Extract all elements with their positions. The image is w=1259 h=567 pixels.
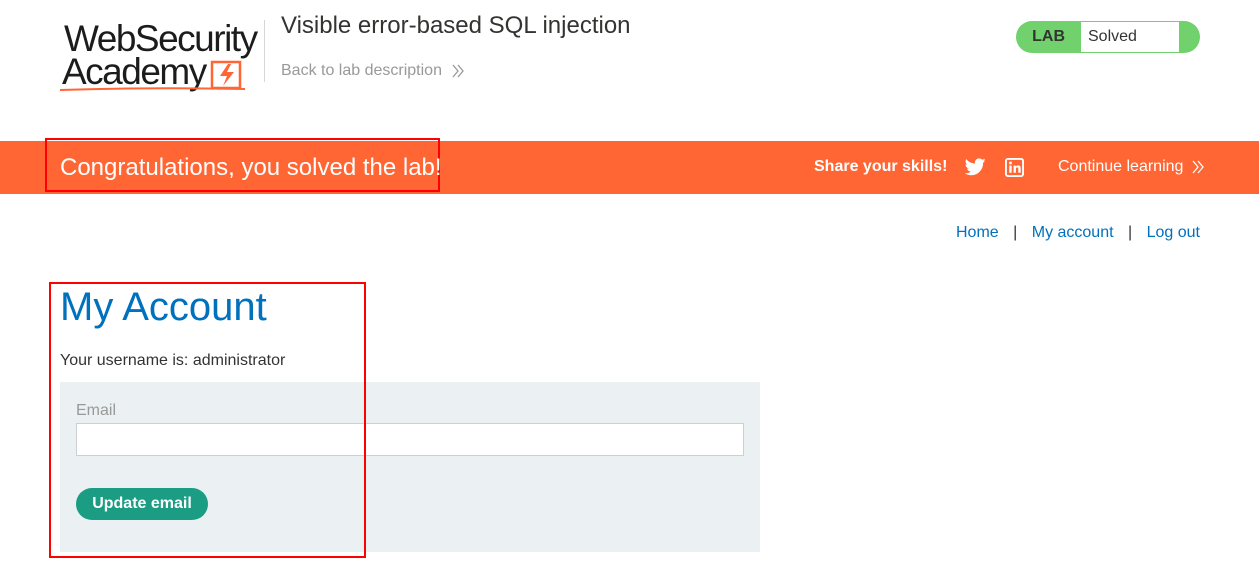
- lab-status-value: Solved: [1081, 22, 1179, 52]
- congratulations-message: Congratulations, you solved the lab!: [60, 154, 442, 181]
- twitter-icon[interactable]: [965, 157, 986, 177]
- chevron-double-right-icon: [1192, 160, 1204, 174]
- continue-learning-link[interactable]: Continue learning: [1058, 158, 1204, 176]
- username-text: Your username is: administrator: [60, 352, 286, 369]
- share-skills-label: Share your skills!: [814, 158, 948, 175]
- nav-my-account-link[interactable]: My account: [1032, 224, 1114, 241]
- nav-separator: |: [1128, 224, 1133, 241]
- nav-separator: |: [1013, 224, 1018, 241]
- email-label: Email: [76, 402, 117, 419]
- chevron-double-right-icon: [452, 64, 465, 78]
- continue-learning-label: Continue learning: [1058, 158, 1184, 175]
- lab-title: Visible error-based SQL injection: [281, 12, 631, 39]
- lab-status-widget: LAB Solved: [1016, 21, 1200, 53]
- page-title: My Account: [60, 285, 267, 329]
- lab-status-label: LAB: [1032, 28, 1065, 45]
- logo-underline: [60, 87, 245, 91]
- email-field[interactable]: [76, 423, 744, 456]
- nav-log-out-link[interactable]: Log out: [1147, 224, 1200, 241]
- back-to-lab-description-link[interactable]: Back to lab description: [281, 62, 465, 80]
- web-security-academy-logo[interactable]: WebSecurity Academy: [60, 20, 264, 92]
- header-divider: [264, 20, 265, 82]
- linkedin-icon[interactable]: [1005, 158, 1024, 177]
- top-navigation: Home | My account | Log out: [956, 224, 1200, 242]
- nav-home-link[interactable]: Home: [956, 224, 999, 241]
- site-header: WebSecurity Academy Visible error-based …: [0, 0, 1259, 141]
- solved-banner: Congratulations, you solved the lab! Sha…: [0, 138, 1259, 194]
- update-email-button[interactable]: Update email: [76, 488, 208, 520]
- logo-text-line2: Academy: [62, 51, 207, 92]
- back-link-label: Back to lab description: [281, 62, 442, 79]
- lightning-bolt-icon: [210, 60, 242, 90]
- change-email-form: Email Update email: [60, 382, 760, 552]
